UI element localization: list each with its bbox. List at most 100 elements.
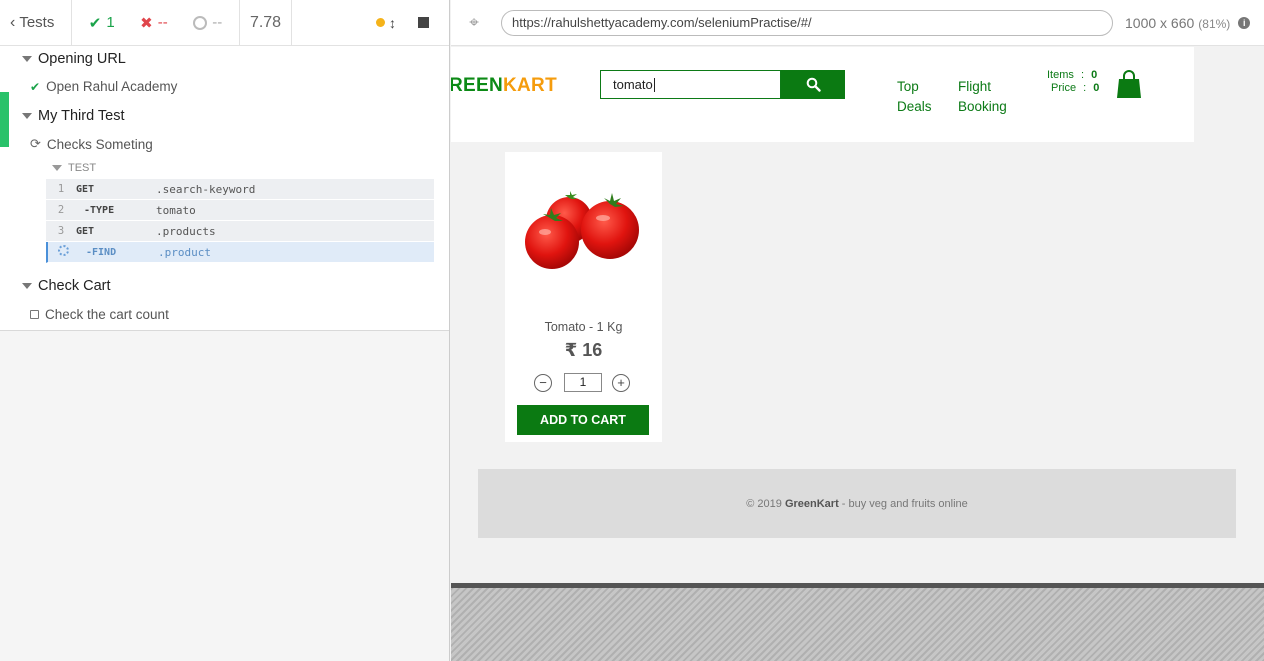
colon: : — [1080, 82, 1090, 94]
search-icon — [806, 77, 821, 92]
increment-button[interactable]: + — [612, 374, 630, 392]
run-controls: ↕ — [292, 0, 449, 45]
shopping-bag-icon[interactable] — [1116, 69, 1142, 99]
command-row[interactable]: 1 GET .search-keyword — [46, 179, 434, 200]
items-label: Items — [1047, 69, 1074, 81]
stop-icon[interactable] — [418, 17, 429, 28]
test-checks-someting[interactable]: ⟳ Checks Someting — [30, 136, 153, 152]
run-duration: 7.78 — [240, 0, 292, 45]
test-stats: ✔ 1 ✖ -- -- — [72, 0, 240, 45]
product-card: Tomato - 1 Kg ₹ 16 − 1 + ADD TO CART — [505, 152, 662, 442]
top-deals-link[interactable]: Top Deals — [897, 77, 932, 117]
passed-indicator-bar — [0, 92, 9, 147]
command-value: .product — [158, 245, 211, 259]
circle-icon — [193, 15, 208, 30]
greenkart-logo[interactable]: REENKART — [451, 75, 557, 97]
add-to-cart-button[interactable]: ADD TO CART — [517, 405, 649, 435]
text-cursor — [653, 77, 655, 92]
search-button[interactable] — [781, 70, 845, 99]
product-name: Tomato - 1 Kg — [544, 320, 623, 334]
greenkart-page: REENKART tomato Top Deals Flight Booking… — [451, 47, 1264, 583]
flight-booking-link[interactable]: Flight Booking — [958, 77, 1007, 117]
footer-suffix: - buy veg and fruits online — [841, 497, 968, 510]
info-icon[interactable]: i — [1238, 16, 1251, 29]
chevron-left-icon: ‹ — [10, 13, 16, 31]
command-row[interactable]: 2 -TYPE tomato — [46, 200, 434, 221]
site-header: REENKART tomato Top Deals Flight Booking… — [451, 47, 1194, 142]
nav-line: Deals — [897, 99, 932, 114]
pending-stat: -- — [193, 14, 222, 31]
selector-playground-crosshair-icon[interactable]: ⌖ — [465, 13, 483, 32]
decrement-button[interactable]: − — [534, 374, 552, 392]
suite-my-third-test[interactable]: My Third Test — [22, 108, 125, 124]
command-value: .search-keyword — [156, 182, 256, 196]
command-name: -TYPE — [84, 204, 115, 216]
command-row-active[interactable]: -FIND .product — [46, 242, 434, 263]
command-number: 3 — [57, 225, 65, 237]
suite-title: My Third Test — [38, 108, 125, 124]
reporter-header: ‹ Tests ✔ 1 ✖ -- -- 7.78 ↕ — [0, 0, 449, 46]
nav-line: Top — [897, 79, 919, 94]
viewport-scale: (81%) — [1198, 16, 1231, 31]
cart-items-row: Items : 0 — [1047, 69, 1099, 82]
tests-back-label: Tests — [19, 14, 55, 31]
command-name: -FIND — [86, 246, 117, 258]
quantity-input[interactable]: 1 — [564, 373, 602, 392]
suite-title: Opening URL — [38, 51, 126, 67]
failed-stat: ✖ -- — [140, 14, 168, 32]
command-number: 1 — [57, 183, 65, 195]
nav-line: Flight — [958, 79, 992, 94]
viewport-overflow-area — [451, 583, 1264, 661]
test-title: Checks Someting — [46, 136, 153, 152]
items-count: 0 — [1091, 69, 1098, 81]
nav-line: Booking — [958, 99, 1007, 114]
cart-price-row: Price : 0 — [1047, 82, 1099, 95]
footer-prefix: © 2019 — [746, 497, 782, 510]
url-field[interactable]: https://rahulshettyacademy.com/seleniumP… — [501, 9, 1113, 36]
viewport-size: 1000 x 660 (81%) — [1125, 15, 1230, 31]
caret-down-icon — [52, 165, 62, 171]
command-name: GET — [76, 183, 95, 195]
command-group-label: TEST — [68, 162, 97, 174]
price-amount: 0 — [1093, 82, 1100, 94]
spinner-icon — [57, 245, 69, 256]
caret-down-icon — [22, 283, 32, 289]
viewport-dimensions: 1000 x 660 — [1125, 14, 1195, 31]
test-list: Opening URL ✔ Open Rahul Academy My Thir… — [0, 46, 449, 331]
logo-green-text: REEN — [451, 75, 503, 96]
site-footer: © 2019 GreenKart - buy veg and fruits on… — [478, 469, 1236, 538]
passed-stat: ✔ 1 — [89, 14, 115, 32]
footer-brand: GreenKart — [784, 497, 839, 510]
test-open-rahul-academy[interactable]: ✔ Open Rahul Academy — [30, 79, 177, 94]
pending-count: -- — [212, 14, 223, 31]
command-number: 2 — [57, 204, 65, 216]
test-reporter-panel: ‹ Tests ✔ 1 ✖ -- -- 7.78 ↕ Opening URL ✔… — [0, 0, 450, 661]
test-title: Check the cart count — [45, 307, 169, 322]
price-label: Price — [1051, 82, 1077, 94]
tomato-product-image — [525, 191, 639, 269]
search-input[interactable]: tomato — [600, 70, 781, 99]
command-log: TEST 1 GET .search-keyword 2 -TYPE tomat… — [46, 157, 434, 263]
empty-square-icon — [30, 310, 39, 319]
command-value: .products — [156, 224, 216, 238]
suite-title: Check Cart — [38, 278, 111, 294]
command-spinner — [48, 245, 78, 259]
suite-check-cart[interactable]: Check Cart — [22, 278, 111, 294]
colon: : — [1077, 69, 1088, 81]
check-icon: ✔ — [30, 79, 41, 94]
up-down-arrow-icon: ↕ — [389, 14, 396, 31]
test-check-the-cart-count[interactable]: Check the cart count — [30, 307, 169, 322]
command-group-header[interactable]: TEST — [46, 157, 434, 179]
suite-opening-url[interactable]: Opening URL — [22, 51, 126, 67]
cross-icon: ✖ — [140, 14, 153, 32]
command-row[interactable]: 3 GET .products — [46, 221, 434, 242]
passed-count: 1 — [106, 14, 115, 31]
tests-back-button[interactable]: ‹ Tests — [0, 0, 72, 45]
aut-url-bar: ⌖ https://rahulshettyacademy.com/seleniu… — [451, 0, 1264, 46]
check-icon: ✔ — [88, 14, 102, 32]
caret-down-icon — [22, 113, 32, 119]
logo-kart-text: KART — [503, 75, 557, 96]
refresh-icon: ⟳ — [30, 136, 41, 151]
command-name: GET — [76, 225, 95, 237]
auto-scroll-toggle[interactable]: ↕ — [376, 15, 396, 31]
